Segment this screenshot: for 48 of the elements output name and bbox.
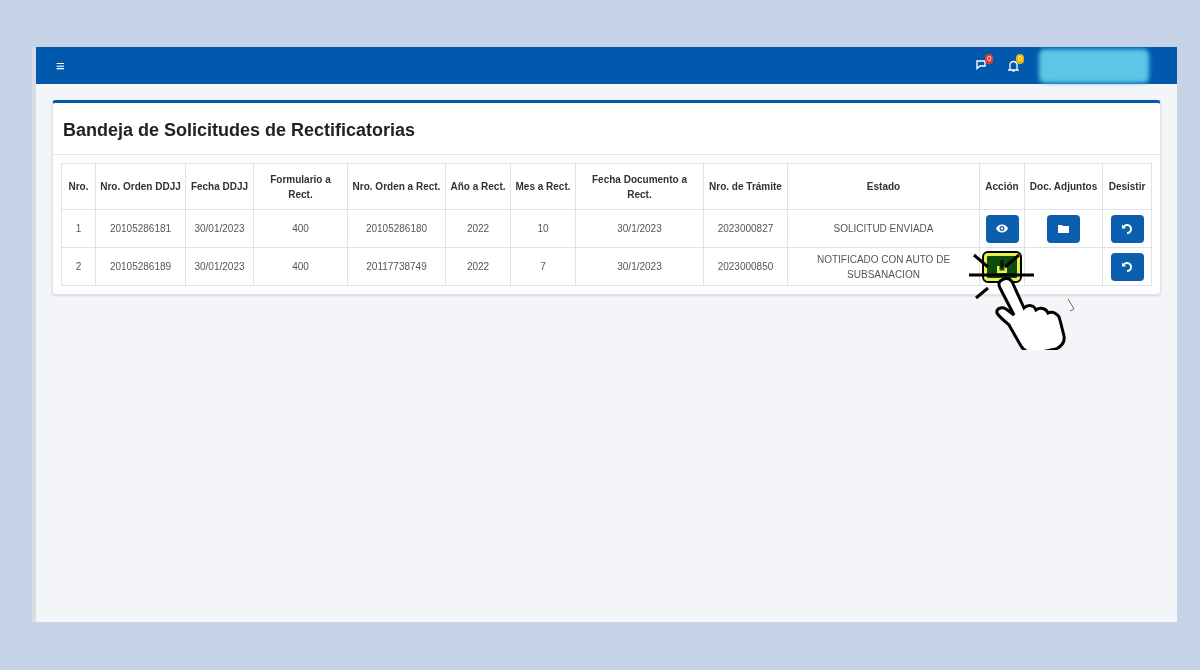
attachments-button[interactable] (1047, 214, 1080, 243)
table-cell: 20105286189 (109, 261, 172, 272)
column-header: Año a Rect. (450, 181, 506, 192)
eye-icon (996, 224, 1008, 233)
action-button[interactable] (985, 214, 1019, 243)
withdraw-button[interactable] (1110, 252, 1144, 281)
table-cell: 30/1/2023 (617, 223, 662, 234)
table-cell: 2022 (466, 261, 490, 272)
chat-icon[interactable] (976, 60, 988, 71)
table-cell: 30/01/2023 (194, 261, 245, 272)
table-cell: 2023000827 (717, 223, 774, 234)
notification-badge: 0 (985, 54, 994, 64)
table-cell: 2023000850 (717, 261, 774, 272)
column-header: Nro. Orden DDJJ (100, 181, 181, 192)
table-cell: 20117738749 (366, 261, 427, 272)
undo-icon (1121, 260, 1133, 273)
table-cell: 20105286181 (109, 223, 172, 234)
column-header: Mes a Rect. (515, 181, 571, 192)
column-header: Formulario a Rect. (270, 173, 331, 200)
table-cell: 1 (75, 223, 82, 234)
column-header: Nro. (68, 181, 89, 192)
column-header: Doc. Adjuntos (1029, 181, 1098, 192)
table-cell: 400 (292, 261, 309, 272)
column-header: Acción (985, 181, 1019, 192)
column-header: Desistir (1108, 181, 1146, 192)
table-cell: 2 (75, 261, 82, 272)
table-cell: 400 (292, 223, 309, 234)
withdraw-button[interactable] (1110, 214, 1144, 243)
menu-button[interactable]: ≡ (56, 58, 65, 73)
column-header: Estado (866, 181, 901, 192)
column-header: Fecha Documento a Rect. (592, 173, 687, 200)
notification-badge: 0 (1016, 53, 1025, 64)
table-cell: 30/01/2023 (194, 223, 245, 234)
table-cell: 30/1/2023 (617, 261, 662, 272)
bell-icon[interactable] (1008, 59, 1019, 72)
card-title: Bandeja de Solicitudes de Rectificatorias (63, 119, 417, 142)
table-cell: NOTIFICADO CON AUTO DE SUBSANACION (816, 253, 951, 280)
column-header: Nro. de Trámite (709, 181, 782, 192)
table-cell: 7 (540, 261, 546, 272)
table-cell: SOLICITUD ENVIADA (833, 223, 934, 234)
upload-icon (996, 259, 1008, 274)
folder-icon (1058, 224, 1069, 233)
undo-icon (1121, 222, 1133, 235)
table-cell: 2022 (466, 223, 490, 234)
column-header: Fecha DDJJ (190, 181, 249, 192)
table-cell: 10 (537, 223, 549, 234)
table-cell: 20105286180 (365, 223, 428, 234)
column-header: Nro. Orden a Rect. (352, 181, 441, 192)
